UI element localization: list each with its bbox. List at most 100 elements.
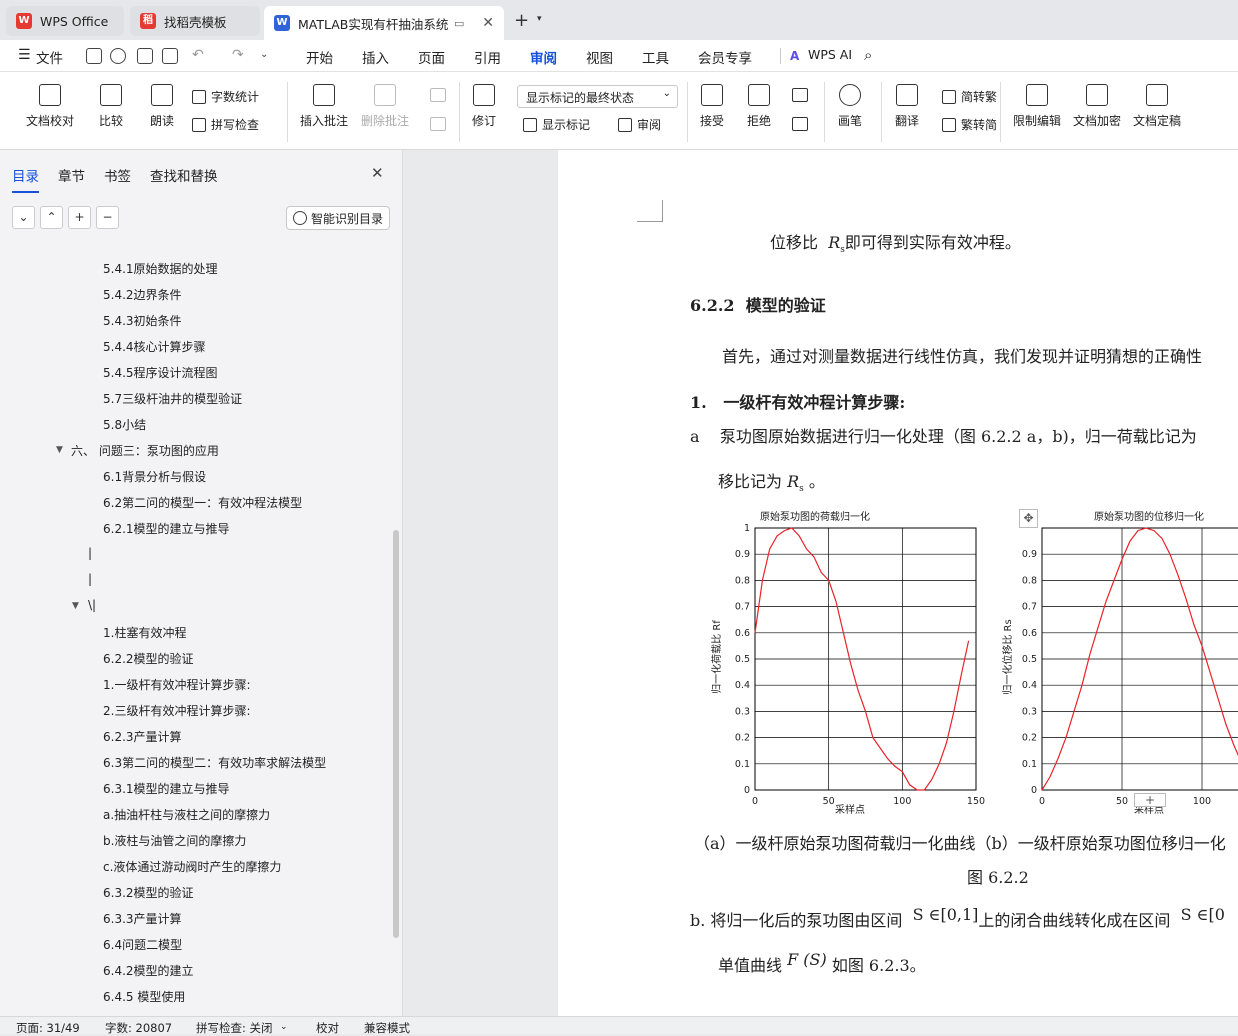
reject-button[interactable]: 拒绝 xyxy=(747,84,771,129)
prev-comment-icon[interactable] xyxy=(430,88,446,102)
simplified-to-traditional-button[interactable]: 简转繁 xyxy=(942,88,997,105)
smart-toc-label: 智能识别目录 xyxy=(311,211,384,226)
caret-down-icon[interactable]: ▼ xyxy=(72,601,79,611)
toc-item[interactable]: 6.4.5 模型使用 xyxy=(103,988,185,1005)
toc-item[interactable]: 6.4问题二模型 xyxy=(103,936,182,953)
toc-item[interactable]: b.液柱与油管之间的摩擦力 xyxy=(103,832,246,849)
toc-item[interactable]: 2.三级杆有效冲程计算步骤: xyxy=(103,702,251,719)
toc-item[interactable]: 5.4.1原始数据的处理 xyxy=(103,260,218,277)
menu-membership[interactable]: 会员专享 xyxy=(698,47,752,67)
y-tick-label: 0.8 xyxy=(735,575,750,586)
restrict-edit-button[interactable]: 限制编辑 xyxy=(1013,84,1061,129)
pen-button[interactable]: 画笔 xyxy=(838,84,862,129)
toc-item[interactable]: 6.1背景分析与假设 xyxy=(103,468,206,485)
review-pane-button[interactable]: 审阅 xyxy=(618,116,661,133)
accept-button[interactable]: 接受 xyxy=(700,84,724,129)
menu-page[interactable]: 页面 xyxy=(418,47,445,67)
toc-item[interactable]: 6.2.3产量计算 xyxy=(103,728,182,745)
markup-mode-select[interactable]: 显示标记的最终状态 ⌄ xyxy=(517,85,678,108)
menu-home[interactable]: 开始 xyxy=(306,47,333,67)
redo-icon[interactable]: ↷ xyxy=(232,47,244,63)
toc-item[interactable]: 5.8小结 xyxy=(103,416,146,433)
delete-comment-button[interactable]: 删除批注 xyxy=(361,84,409,129)
expand-all-icon[interactable]: ⌄ xyxy=(12,206,35,229)
menu-references[interactable]: 引用 xyxy=(474,47,501,67)
tab-bookmarks[interactable]: 书签 xyxy=(104,165,131,185)
toc-item[interactable]: c.液体通过游动阀时产生的摩擦力 xyxy=(103,858,281,875)
toc-item[interactable]: \| xyxy=(88,598,96,612)
close-icon[interactable]: ✕ xyxy=(371,164,384,182)
next-comment-icon[interactable] xyxy=(430,117,446,131)
doc-check-button[interactable]: 文档校对 xyxy=(26,84,74,129)
tab-wps-office[interactable]: W WPS Office xyxy=(6,6,124,36)
toc-item[interactable]: 1.柱塞有效冲程 xyxy=(103,624,186,641)
menu-wps-ai[interactable]: WPS AI xyxy=(808,47,852,62)
menu-review[interactable]: 审阅 xyxy=(530,47,557,74)
document-page[interactable]: 位移比 Rs即可得到实际有效冲程。 6.2.2 模型的验证 首先，通过对测量数据… xyxy=(558,150,1238,1016)
word-count-button[interactable]: 字数统计 xyxy=(192,88,259,105)
save-icon[interactable] xyxy=(86,48,102,64)
remove-heading-icon[interactable]: − xyxy=(96,206,119,229)
menu-view[interactable]: 视图 xyxy=(586,47,613,67)
toc-item[interactable]: 6.4.2模型的建立 xyxy=(103,962,194,979)
translate-button[interactable]: 翻译 xyxy=(895,84,919,129)
caret-down-icon[interactable]: ▼ xyxy=(56,445,63,455)
tab-sections[interactable]: 章节 xyxy=(58,165,85,185)
toc-item[interactable]: 5.4.2边界条件 xyxy=(103,286,182,303)
monitor-icon[interactable]: ▭ xyxy=(454,17,464,30)
toc-item[interactable]: | xyxy=(88,572,92,586)
tab-toc[interactable]: 目录 xyxy=(12,165,39,193)
show-markup-button[interactable]: 显示标记 xyxy=(523,116,590,133)
toc-item[interactable]: 6.2第二问的模型一：有效冲程法模型 xyxy=(103,494,302,511)
finalize-button[interactable]: 文档定稿 xyxy=(1133,84,1181,129)
print-preview-icon[interactable] xyxy=(162,48,178,64)
sidebar-scrollbar[interactable] xyxy=(393,530,399,938)
undo-icon[interactable]: ↶ xyxy=(192,47,204,63)
tab-document[interactable]: W MATLAB实现有杆抽油系统的 ▭ ✕ xyxy=(264,6,504,40)
chevron-down-icon[interactable]: ⌄ xyxy=(280,1022,288,1032)
insert-comment-button[interactable]: 插入批注 xyxy=(300,84,348,129)
prev-change-icon[interactable] xyxy=(792,88,808,102)
toc-item[interactable]: 5.7三级杆油井的模型验证 xyxy=(103,390,242,407)
chevron-down-icon[interactable]: ⌄ xyxy=(260,49,268,60)
tab-find-replace[interactable]: 查找和替换 xyxy=(150,165,218,185)
toc-item[interactable]: 六、 问题三：泵功图的应用 xyxy=(71,442,219,459)
toc-item[interactable]: 6.3.1模型的建立与推导 xyxy=(103,780,230,797)
status-bar: 页面: 31/49 字数: 20807 拼写检查: 关闭 ⌄ 校对 兼容模式 xyxy=(0,1016,1238,1035)
search-icon[interactable]: ⌕ xyxy=(864,46,872,64)
menu-file[interactable]: 文件 xyxy=(36,47,63,67)
encrypt-button[interactable]: 文档加密 xyxy=(1073,84,1121,129)
toc-item[interactable]: 6.3.2模型的验证 xyxy=(103,884,194,901)
toc-item[interactable]: | xyxy=(88,546,92,560)
toc-item[interactable]: 5.4.5程序设计流程图 xyxy=(103,364,218,381)
toc-item[interactable]: 5.4.3初始条件 xyxy=(103,312,182,329)
add-row-icon[interactable]: + xyxy=(1134,793,1166,807)
toc-item[interactable]: 6.2.2模型的验证 xyxy=(103,650,194,667)
tab-template[interactable]: 稻 找稻壳模板 xyxy=(130,6,260,36)
print-icon[interactable] xyxy=(137,48,153,64)
toc-item[interactable]: 6.3第二问的模型二：有效功率求解法模型 xyxy=(103,754,326,771)
hamburger-icon[interactable]: ☰ xyxy=(18,47,31,63)
collapse-all-icon[interactable]: ⌃ xyxy=(40,206,63,229)
menu-insert[interactable]: 插入 xyxy=(362,47,389,67)
share-icon[interactable] xyxy=(110,48,126,64)
toc-item[interactable]: 6.2.1模型的建立与推导 xyxy=(103,520,230,537)
chevron-down-icon[interactable]: ▾ xyxy=(537,14,542,24)
next-change-icon[interactable] xyxy=(792,117,808,131)
new-tab-icon[interactable]: + xyxy=(514,10,529,31)
smart-toc-button[interactable]: 智能识别目录 xyxy=(286,206,390,230)
close-icon[interactable]: ✕ xyxy=(482,15,494,31)
add-heading-icon[interactable]: + xyxy=(68,206,91,229)
x-tick-label: 100 xyxy=(893,796,911,807)
menu-bar: ☰ 文件 ↶ ↷ ⌄ 开始 插入 页面 引用 审阅 视图 工具 会员专享 A W… xyxy=(0,40,1238,74)
toc-item[interactable]: 5.4.4核心计算步骤 xyxy=(103,338,206,355)
spell-check-button[interactable]: 拼写检查 xyxy=(192,116,259,133)
revise-button[interactable]: 修订 xyxy=(472,84,496,129)
read-aloud-button[interactable]: 朗读 xyxy=(150,84,174,129)
toc-item[interactable]: 1.一级杆有效冲程计算步骤: xyxy=(103,676,251,693)
toc-item[interactable]: a.抽油杆柱与液柱之间的摩擦力 xyxy=(103,806,270,823)
toc-item[interactable]: 6.3.3产量计算 xyxy=(103,910,182,927)
traditional-to-simplified-button[interactable]: 繁转简 xyxy=(942,116,997,133)
menu-tools[interactable]: 工具 xyxy=(642,47,669,67)
compare-button[interactable]: 比较 xyxy=(99,84,123,129)
